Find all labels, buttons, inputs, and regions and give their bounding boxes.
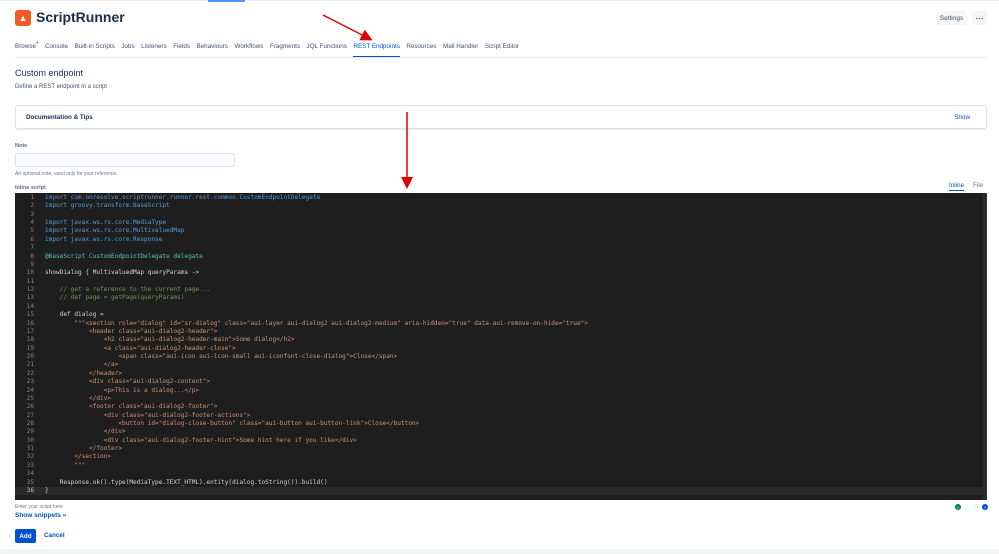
annotation-arrows — [322, 14, 413, 189]
arrow-to-rest-endpoints — [322, 14, 373, 41]
